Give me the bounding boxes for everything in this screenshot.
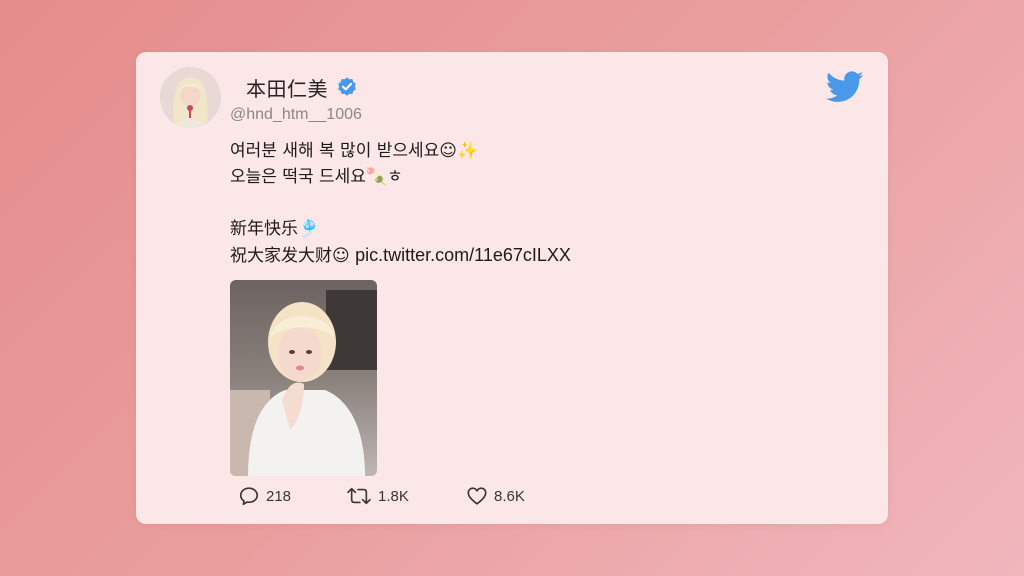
avatar[interactable]	[160, 67, 221, 128]
tweet-text: 여러분 새해 복 많이 받으세요☺✨ 오늘은 떡국 드세요🍡ㅎ 新年快乐🎐 祝大…	[230, 138, 830, 268]
retweet-button[interactable]: 1.8K	[346, 485, 466, 507]
tweet-line	[230, 190, 830, 216]
verified-badge-icon	[336, 76, 358, 98]
tweet-link[interactable]: pic.twitter.com/11e67cILXX	[355, 245, 571, 265]
reply-icon	[239, 487, 259, 506]
reply-count: 218	[266, 487, 292, 505]
heart-icon	[467, 487, 487, 505]
tweet-photo[interactable]	[230, 280, 377, 476]
retweet-count: 1.8K	[378, 487, 409, 505]
display-name[interactable]: 本田仁美	[246, 73, 328, 102]
tweet-line: 여러분 새해 복 많이 받으세요☺✨	[230, 141, 479, 161]
like-button[interactable]: 8.6K	[466, 485, 566, 507]
avatar-image	[160, 67, 221, 128]
twitter-bird-icon[interactable]	[825, 70, 864, 104]
user-handle[interactable]: @hnd_htm__1006	[230, 106, 362, 124]
like-count: 8.6K	[494, 487, 525, 505]
tweet-line-text: 祝大家发大财☺	[230, 246, 356, 266]
retweet-icon	[347, 487, 371, 505]
reply-button[interactable]: 218	[238, 485, 346, 507]
tweet-card: 本田仁美 @hnd_htm__1006 여러분 새해 복 많이 받으세요☺✨ 오…	[136, 52, 888, 524]
tweet-line: 오늘은 떡국 드세요🍡ㅎ	[230, 167, 403, 187]
photo-image	[230, 280, 377, 476]
tweet-actions: 218 1.8K 8.6K	[238, 484, 566, 508]
tweet-line: 新年快乐🎐	[230, 219, 320, 239]
tweet-line-last: 祝大家发大财☺ pic.twitter.com/11e67cILXX	[230, 242, 830, 268]
